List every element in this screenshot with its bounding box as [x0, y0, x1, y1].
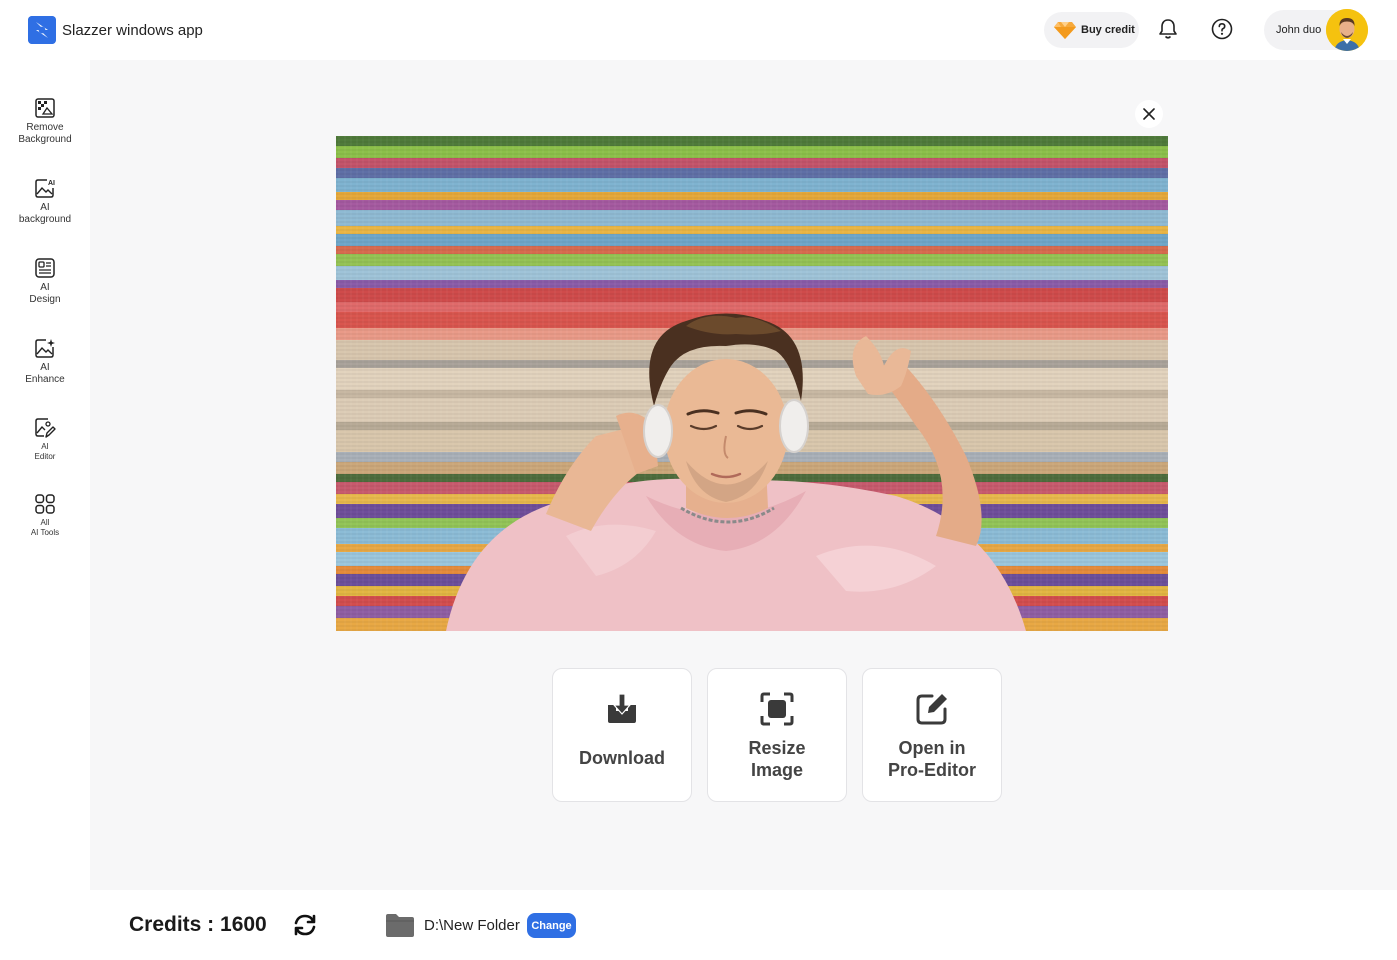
output-folder-path: D:\New Folder	[424, 917, 520, 934]
resize-image-button[interactable]: Resize Image	[707, 668, 847, 802]
buy-credit-button[interactable]: Buy credit	[1044, 12, 1139, 48]
brand: Slazzer windows app	[28, 16, 203, 44]
all-tools-icon	[35, 494, 55, 514]
sidebar-item-label: AI Design	[29, 282, 61, 305]
diamond-icon	[1054, 22, 1076, 39]
folder-icon	[386, 914, 414, 937]
sidebar-item-remove-background[interactable]: Remove Background	[0, 97, 90, 146]
refresh-icon[interactable]	[292, 912, 318, 938]
ai-background-icon: AI	[35, 179, 55, 198]
ai-enhance-icon	[35, 339, 55, 358]
change-folder-button[interactable]: Change	[527, 913, 576, 938]
close-preview-button[interactable]	[1135, 100, 1163, 128]
app-title: Slazzer windows app	[62, 21, 203, 39]
remove-background-icon	[35, 98, 55, 118]
sidebar-item-label: AI background	[18, 202, 72, 225]
open-pro-editor-button[interactable]: Open in Pro-Editor	[862, 668, 1002, 802]
edit-icon	[916, 694, 947, 725]
sidebar-item-label: AI Editor	[34, 442, 56, 461]
open-pro-editor-label: Open in Pro-Editor	[888, 738, 976, 780]
slazzer-logo-icon	[28, 16, 56, 44]
svg-text:AI: AI	[48, 180, 55, 187]
ai-design-icon	[35, 258, 55, 278]
sidebar-item-all-ai-tools[interactable]: All AI Tools	[0, 493, 90, 538]
avatar	[1326, 9, 1368, 51]
result-image	[336, 136, 1168, 631]
credits-count: Credits : 1600	[129, 913, 267, 936]
user-name: John duo	[1276, 24, 1322, 36]
ai-editor-icon	[35, 418, 56, 438]
resize-image-label: Resize Image	[748, 738, 806, 780]
resize-icon	[760, 692, 794, 726]
download-label: Download	[579, 748, 665, 768]
photo-preview-image	[336, 136, 1168, 631]
download-button[interactable]: Download	[552, 668, 692, 802]
sidebar-item-label: All AI Tools	[30, 518, 60, 537]
sidebar-item-label: Remove Background	[18, 122, 72, 145]
sidebar-item-ai-editor[interactable]: AI Editor	[0, 417, 90, 462]
help-icon[interactable]	[1210, 17, 1234, 41]
user-menu[interactable]: John duo	[1264, 9, 1368, 51]
download-icon	[608, 693, 636, 723]
buy-credit-label: Buy credit	[1081, 24, 1135, 36]
app-window: Slazzer windows app Buy credit John duo	[0, 0, 1397, 960]
sidebar-item-ai-background[interactable]: AI AI background	[0, 177, 90, 226]
close-icon	[1143, 108, 1155, 120]
sidebar-item-ai-design[interactable]: AI Design	[0, 257, 90, 306]
sidebar-item-label: AI Enhance	[25, 362, 65, 385]
preview-panel: Download Resize Image Open in Pro-Editor	[90, 60, 1397, 890]
status-footer: Credits : 1600 D:\New Folder Change	[0, 890, 1397, 960]
top-header: Slazzer windows app Buy credit John duo	[0, 0, 1397, 60]
notification-bell-icon[interactable]	[1156, 17, 1180, 41]
tools-sidebar: Remove Background AI AI background AI De…	[0, 60, 90, 890]
sidebar-item-ai-enhance[interactable]: AI Enhance	[0, 337, 90, 386]
